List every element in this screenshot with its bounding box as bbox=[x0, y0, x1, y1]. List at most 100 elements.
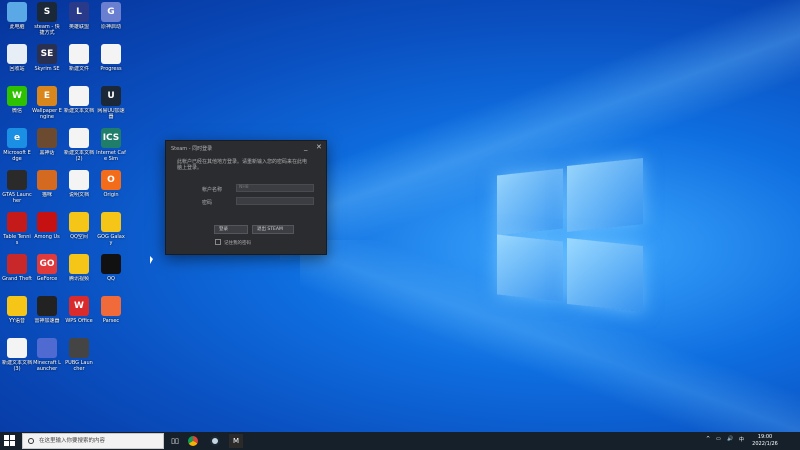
desktop-icon[interactable]: 新建文本文档(3) bbox=[2, 338, 32, 378]
desktop-icon-label: YY语音 bbox=[8, 318, 26, 324]
login-button[interactable]: 登录 bbox=[214, 225, 248, 234]
desktop-icon[interactable]: e Microsoft Edge bbox=[2, 128, 32, 168]
desktop-icon[interactable]: Table Tennis bbox=[2, 212, 32, 252]
desktop-icon[interactable]: Parsec bbox=[96, 296, 126, 336]
desktop-icon[interactable]: 猫咪 bbox=[32, 170, 62, 210]
app-icon: S bbox=[37, 2, 57, 22]
app-icon bbox=[7, 170, 27, 190]
desktop-icon[interactable]: G 原神启动 bbox=[96, 2, 126, 42]
desktop-icon-label: QQ空间 bbox=[70, 234, 88, 240]
task-view-icon[interactable]: ▯▯ bbox=[168, 434, 182, 448]
desktop-icon[interactable]: O Origin bbox=[96, 170, 126, 210]
quit-steam-button[interactable]: 退出 STEAM bbox=[252, 225, 294, 234]
desktop-icon[interactable]: L 英雄联盟 bbox=[64, 2, 94, 42]
taskbar-clock[interactable]: 19:00 2022/1/26 bbox=[750, 434, 780, 448]
clock-date: 2022/1/26 bbox=[752, 441, 778, 447]
desktop-icon[interactable]: 腾讯视频 bbox=[64, 254, 94, 294]
desktop-icon[interactable]: 此电脑 bbox=[2, 2, 32, 42]
app-icon bbox=[37, 128, 57, 148]
desktop-icon[interactable]: 黑神话 bbox=[32, 128, 62, 168]
app-icon: SE bbox=[37, 44, 57, 64]
app-icon bbox=[69, 170, 89, 190]
start-button[interactable] bbox=[4, 435, 16, 447]
taskbar-search-box[interactable]: 在这里输入你要搜索的内容 bbox=[22, 433, 164, 449]
desktop-icon[interactable]: 新建文本文档 bbox=[64, 86, 94, 126]
desktop-icon[interactable]: GOG Galaxy bbox=[96, 212, 126, 252]
app-icon bbox=[101, 212, 121, 232]
monitor-icon[interactable]: ▭ bbox=[716, 436, 721, 442]
desktop-icon[interactable]: E Wallpaper Engine bbox=[32, 86, 62, 126]
mouse-cursor bbox=[150, 256, 153, 264]
desktop-icon-label: Table Tennis bbox=[3, 234, 31, 246]
desktop-icon-label: QQ bbox=[107, 276, 115, 282]
desktop-icon[interactable]: PUBG Launcher bbox=[64, 338, 94, 378]
tray-chevron-icon[interactable]: ^ bbox=[706, 436, 710, 442]
app-icon bbox=[7, 44, 27, 64]
steam-taskbar-icon[interactable] bbox=[208, 434, 222, 448]
search-icon bbox=[28, 438, 34, 444]
app-icon bbox=[101, 254, 121, 274]
desktop-icon-label: Progress bbox=[100, 66, 122, 72]
desktop-icon-label: 说明文档 bbox=[68, 192, 89, 198]
desktop-icon[interactable]: YY语音 bbox=[2, 296, 32, 336]
app-icon bbox=[69, 86, 89, 106]
desktop-icon-label: steam - 快捷方式 bbox=[34, 24, 60, 36]
desktop-icon-label: GOG Galaxy bbox=[97, 234, 125, 246]
ime-icon[interactable]: 中 bbox=[739, 436, 744, 443]
desktop-icon-label: Skyrim SE bbox=[34, 66, 60, 72]
desktop-icon[interactable]: SE Skyrim SE bbox=[32, 44, 62, 84]
desktop-icon-label: 英雄联盟 bbox=[68, 24, 89, 30]
desktop-icon[interactable]: U 网易UU加速器 bbox=[96, 86, 126, 126]
app-icon bbox=[69, 128, 89, 148]
desktop-icon[interactable]: 新建文本文档(2) bbox=[64, 128, 94, 168]
app-icon: L bbox=[69, 2, 89, 22]
desktop-icon[interactable]: Minecraft Launcher bbox=[32, 338, 62, 378]
desktop-icon[interactable]: W WPS Office bbox=[64, 296, 94, 336]
clock-time: 19:00 bbox=[757, 434, 773, 440]
username-field[interactable]: NH8 bbox=[236, 184, 314, 192]
volume-icon[interactable]: 🔊 bbox=[727, 436, 733, 442]
close-button[interactable]: ✕ bbox=[316, 143, 322, 151]
desktop-icon[interactable]: Progress bbox=[96, 44, 126, 84]
minimize-button[interactable]: _ bbox=[304, 143, 308, 151]
desktop-icon[interactable]: 说明文档 bbox=[64, 170, 94, 210]
epic-games-icon[interactable]: M bbox=[229, 434, 243, 448]
desktop-icon-label: 雷神加速器 bbox=[34, 318, 60, 324]
desktop-icon[interactable]: QQ空间 bbox=[64, 212, 94, 252]
desktop-icon-label: 回收站 bbox=[9, 66, 25, 72]
desktop-icon[interactable]: 雷神加速器 bbox=[32, 296, 62, 336]
desktop-icon[interactable]: 回收站 bbox=[2, 44, 32, 84]
desktop-icon[interactable]: W 微信 bbox=[2, 86, 32, 126]
desktop-icon-label: 新建文本文档(3) bbox=[2, 360, 32, 372]
desktop-icon[interactable]: Among Us bbox=[32, 212, 62, 252]
desktop-icon-label: 新建文本文档 bbox=[64, 108, 94, 114]
app-icon bbox=[37, 212, 57, 232]
app-icon bbox=[7, 2, 27, 22]
dialog-message: 此帐户已经在其他地方登录。请重新输入您的密码来在此电脑上登录。 bbox=[177, 159, 308, 171]
remember-password-checkbox[interactable] bbox=[215, 239, 221, 245]
desktop-icon[interactable]: GTA5 Launcher bbox=[2, 170, 32, 210]
app-icon bbox=[101, 296, 121, 316]
desktop-icon-label: 新建文本文档(2) bbox=[64, 150, 94, 162]
app-icon bbox=[69, 338, 89, 358]
desktop-icon[interactable]: ICS Internet Cafe Sim bbox=[96, 128, 126, 168]
password-field[interactable] bbox=[236, 197, 314, 205]
app-icon: GO bbox=[37, 254, 57, 274]
desktop-icon[interactable]: QQ bbox=[96, 254, 126, 294]
desktop-icon[interactable]: GO GeForce bbox=[32, 254, 62, 294]
desktop-icon[interactable]: 新建文件 bbox=[64, 44, 94, 84]
desktop-icon-label: Parsec bbox=[102, 318, 120, 324]
app-icon bbox=[69, 212, 89, 232]
desktop-icon-label: Minecraft Launcher bbox=[33, 360, 61, 372]
dialog-title: Steam - 同时登录 bbox=[171, 146, 213, 152]
app-icon bbox=[37, 170, 57, 190]
steam-login-dialog: Steam - 同时登录 _ ✕ 此帐户已经在其他地方登录。请重新输入您的密码来… bbox=[165, 140, 327, 255]
desktop-icon-label: Internet Cafe Sim bbox=[96, 150, 126, 162]
desktop-icon[interactable]: Grand Theft bbox=[2, 254, 32, 294]
app-icon bbox=[37, 338, 57, 358]
desktop-icon-label: 腾讯视频 bbox=[68, 276, 89, 282]
desktop-icon-label: 网易UU加速器 bbox=[97, 108, 125, 120]
chrome-icon[interactable] bbox=[186, 434, 200, 448]
app-icon: W bbox=[69, 296, 89, 316]
desktop-icon[interactable]: Ssteam - 快捷方式 bbox=[32, 2, 62, 42]
